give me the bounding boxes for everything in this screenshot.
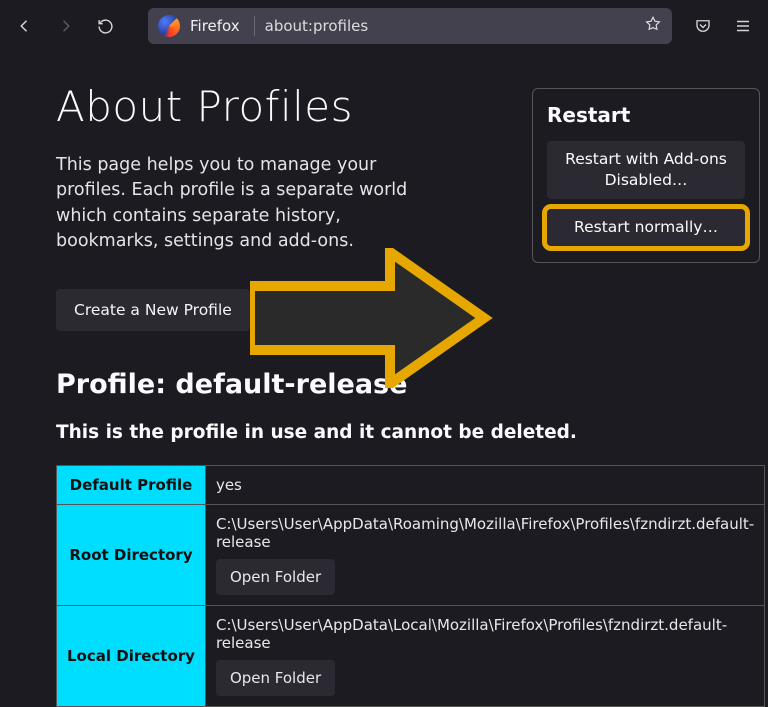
- local-directory-value: C:\Users\User\AppData\Local\Mozilla\Fire…: [216, 616, 754, 652]
- restart-panel: Restart Restart with Add-ons Disabled… R…: [532, 88, 760, 263]
- profile-table: Default Profile yes Root Directory C:\Us…: [56, 465, 765, 707]
- restart-heading: Restart: [547, 103, 745, 127]
- local-directory-label: Local Directory: [57, 605, 206, 706]
- create-profile-button[interactable]: Create a New Profile: [56, 289, 250, 331]
- default-profile-value: yes: [205, 465, 764, 504]
- default-profile-label: Default Profile: [57, 465, 206, 504]
- profile-heading: Profile: default-release: [56, 369, 712, 400]
- restart-addons-disabled-button[interactable]: Restart with Add-ons Disabled…: [547, 141, 745, 199]
- address-bar[interactable]: Firefox about:profiles: [148, 8, 672, 44]
- page-content: About Profiles This page helps you to ma…: [0, 52, 768, 707]
- root-directory-value: C:\Users\User\AppData\Roaming\Mozilla\Fi…: [216, 515, 754, 551]
- table-row: Local Directory C:\Users\User\AppData\Lo…: [57, 605, 765, 706]
- open-root-folder-button[interactable]: Open Folder: [216, 559, 335, 595]
- browser-toolbar: Firefox about:profiles: [0, 0, 768, 52]
- profile-in-use-text: This is the profile in use and it cannot…: [56, 422, 712, 443]
- forward-button[interactable]: [48, 9, 82, 43]
- restart-normally-button[interactable]: Restart normally…: [547, 209, 745, 246]
- url-text: about:profiles: [265, 17, 369, 35]
- table-row: Default Profile yes: [57, 465, 765, 504]
- firefox-icon: [158, 15, 180, 37]
- page-lead: This page helps you to manage your profi…: [56, 153, 446, 255]
- table-row: Root Directory C:\Users\User\AppData\Roa…: [57, 504, 765, 605]
- bookmark-star-icon[interactable]: [644, 15, 662, 37]
- separator: [254, 16, 255, 36]
- back-button[interactable]: [8, 9, 42, 43]
- open-local-folder-button[interactable]: Open Folder: [216, 660, 335, 696]
- menu-button[interactable]: [726, 9, 760, 43]
- root-directory-label: Root Directory: [57, 504, 206, 605]
- pocket-button[interactable]: [686, 9, 720, 43]
- reload-button[interactable]: [88, 9, 122, 43]
- identity-label: Firefox: [190, 17, 244, 35]
